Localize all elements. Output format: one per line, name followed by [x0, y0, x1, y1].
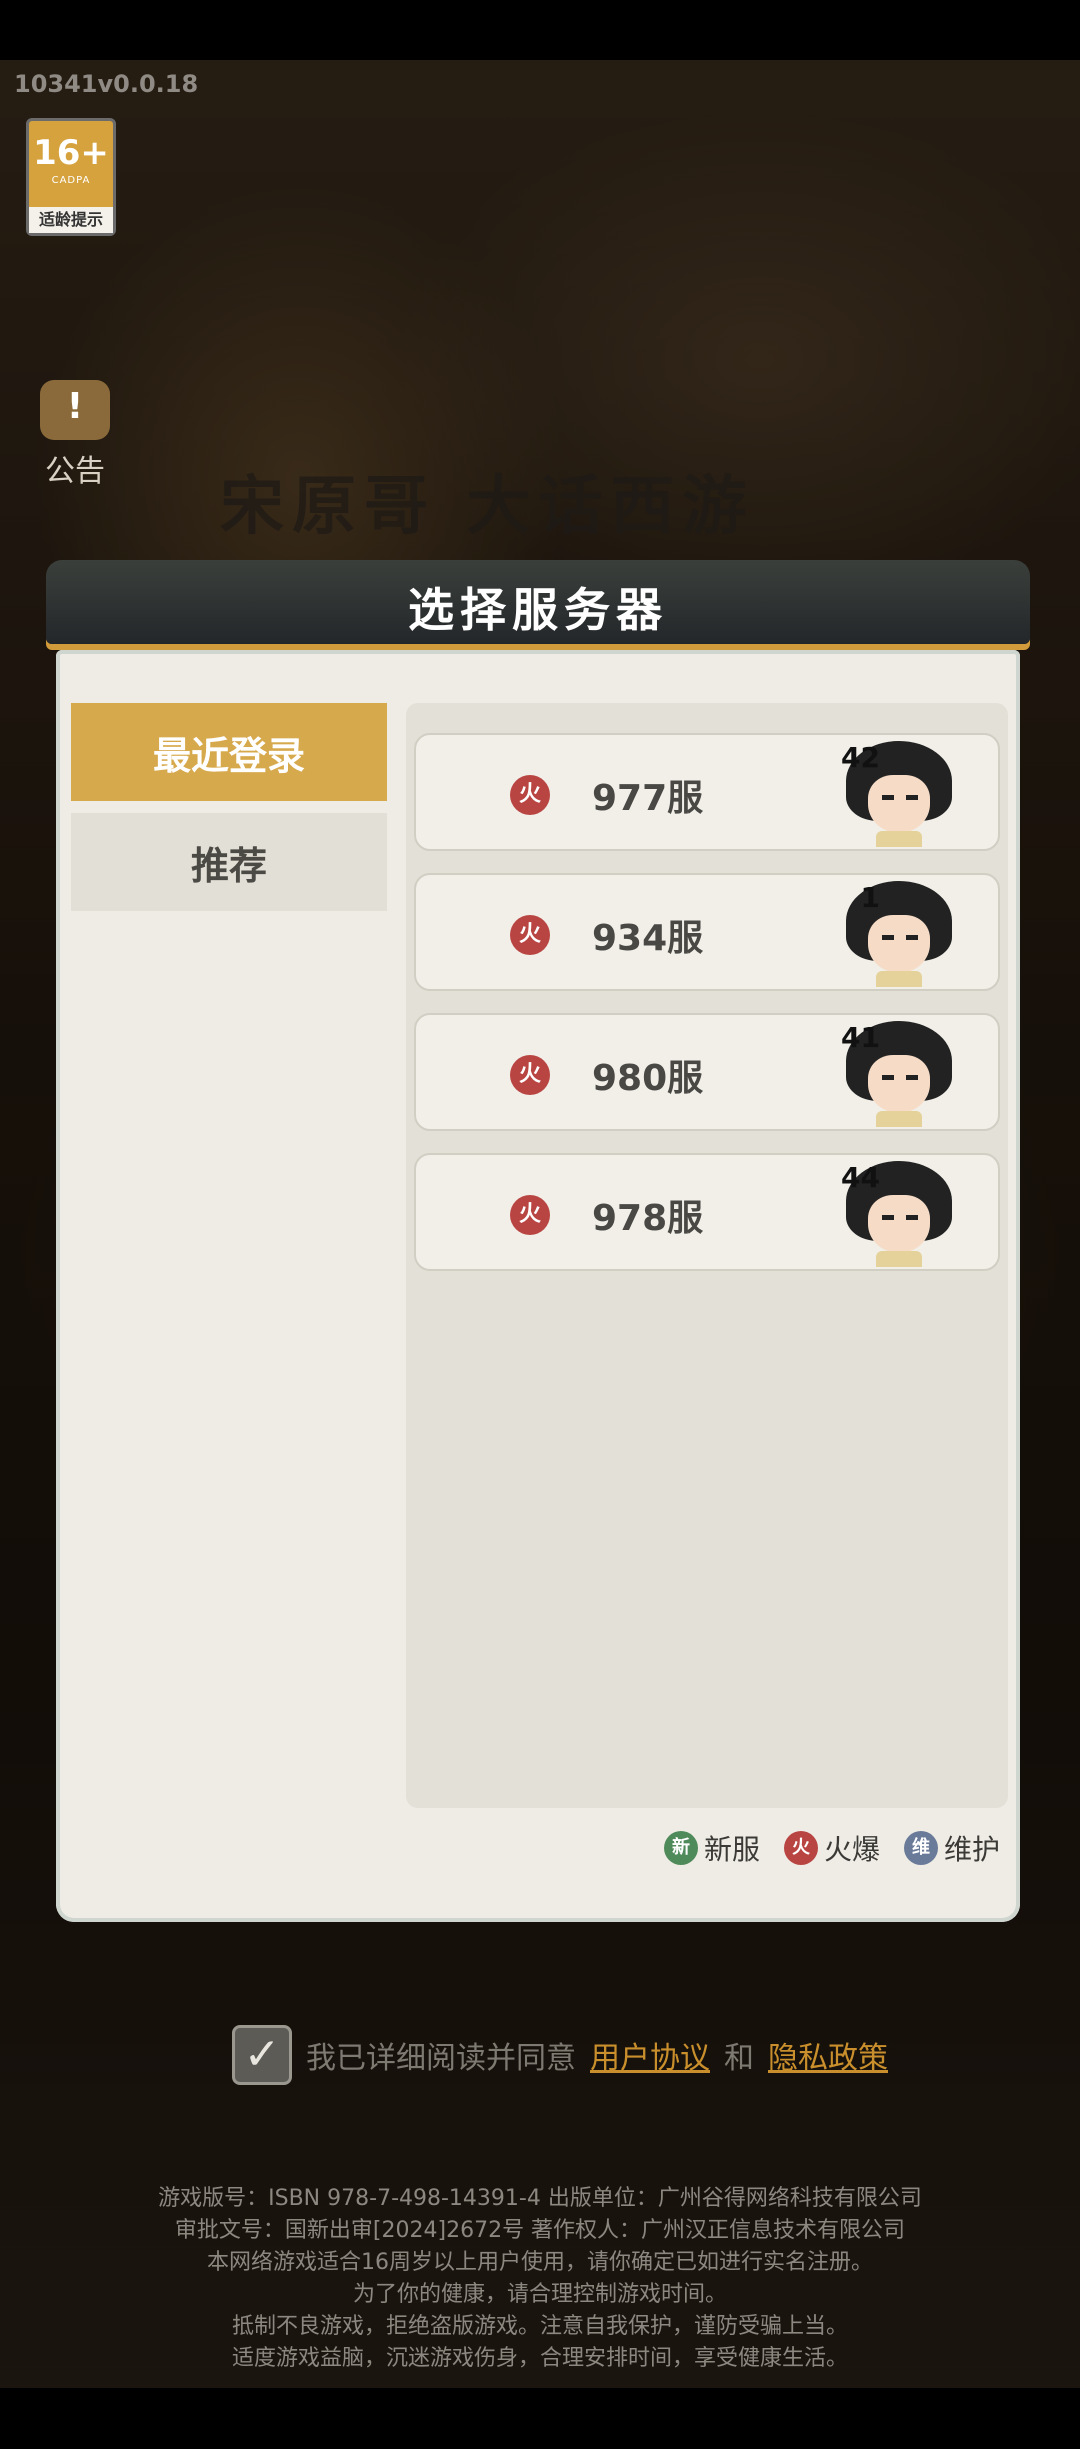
footer-line: 抵制不良游戏，拒绝盗版游戏。注意自我保护，谨防受骗上当。	[231, 2314, 848, 2339]
legend-label: 维护	[943, 1833, 1000, 1866]
agreement-row: ✓ 我已详细阅读并同意 用户协议和隐私政策	[232, 2025, 888, 2085]
age-rating-number: 16+	[33, 133, 109, 173]
server-name: 978服	[592, 1198, 704, 1239]
hot-icon: 火	[510, 775, 550, 815]
legal-footer: 游戏版号：ISBN 978-7-498-14391-4 出版单位：广州谷得网络科…	[0, 2183, 1080, 2375]
agreement-prefix: 我已详细阅读并同意	[306, 2041, 576, 2076]
age-rating-label: 适龄提示	[29, 207, 113, 233]
notice-label: 公告	[45, 454, 105, 489]
user-agreement-link[interactable]: 用户协议	[590, 2033, 710, 2077]
privacy-policy-link[interactable]: 隐私政策	[768, 2033, 888, 2077]
new-server-icon: 新	[663, 1831, 698, 1865]
hot-icon: 火	[510, 915, 550, 955]
server-item-978[interactable]: 火 978服 44	[414, 1153, 1000, 1271]
character-level: 1	[860, 881, 880, 914]
footer-line: 审批文号：国新出审[2024]2672号 著作权人：广州汉正信息技术有限公司	[174, 2218, 906, 2243]
footer-line: 为了你的健康，请合理控制游戏时间。	[352, 2282, 727, 2307]
server-list-panel: 火 977服 42 火 934服 1 火 980服 41 火 978服 44	[406, 703, 1008, 1808]
age-rating-badge[interactable]: 16+ CADPA 适龄提示	[26, 118, 116, 236]
age-rating-tag: CADPA	[51, 175, 91, 186]
hot-icon: 火	[783, 1831, 818, 1865]
tab-recent-login[interactable]: 最近登录	[71, 703, 387, 801]
legend-new: 新 新服	[663, 1828, 760, 1868]
footer-line: 本网络游戏适合16周岁以上用户使用，请你确定已如进行实名注册。	[207, 2250, 873, 2275]
server-name: 980服	[592, 1058, 704, 1099]
version-label: 10341v0.0.18	[14, 70, 199, 98]
hot-icon: 火	[510, 1195, 550, 1235]
footer-line: 适度游戏益脑，沉迷游戏伤身，合理安排时间，享受健康生活。	[231, 2346, 848, 2371]
dialog-title: 选择服务器	[408, 583, 668, 637]
legend-maintenance: 维 维护	[903, 1828, 1000, 1868]
maintenance-icon: 维	[903, 1831, 938, 1865]
server-item-980[interactable]: 火 980服 41	[414, 1013, 1000, 1131]
server-select-dialog: 选择服务器 最近登录 推荐 火 977服 42 火 934服 1 火 980服 …	[46, 560, 1030, 1922]
legend-label: 新服	[703, 1833, 760, 1866]
character-level: 41	[841, 1021, 880, 1054]
game-logo: 宋原哥 大话西游	[220, 469, 755, 544]
server-status-legend: 新 新服 火 火爆 维 维护	[663, 1828, 1000, 1868]
server-name: 934服	[592, 918, 704, 959]
server-name: 977服	[592, 778, 704, 819]
dialog-header: 选择服务器	[46, 560, 1030, 644]
server-item-934[interactable]: 火 934服 1	[414, 873, 1000, 991]
footer-line: 游戏版号：ISBN 978-7-498-14391-4 出版单位：广州谷得网络科…	[158, 2186, 922, 2211]
legend-label: 火爆	[823, 1833, 880, 1866]
dialog-body: 最近登录 推荐 火 977服 42 火 934服 1 火 980服 41 火 9…	[56, 650, 1020, 1922]
agreement-checkbox[interactable]: ✓	[232, 2025, 292, 2085]
character-level: 42	[841, 741, 880, 774]
notice-button[interactable]: 公告	[20, 380, 130, 490]
tab-recommended[interactable]: 推荐	[71, 813, 387, 911]
character-level: 44	[841, 1161, 880, 1194]
hot-icon: 火	[510, 1055, 550, 1095]
agreement-and: 和	[724, 2041, 754, 2076]
server-category-tabs: 最近登录 推荐	[71, 703, 387, 923]
legend-hot: 火 火爆	[783, 1828, 880, 1868]
notice-icon	[40, 380, 110, 440]
server-item-977[interactable]: 火 977服 42	[414, 733, 1000, 851]
